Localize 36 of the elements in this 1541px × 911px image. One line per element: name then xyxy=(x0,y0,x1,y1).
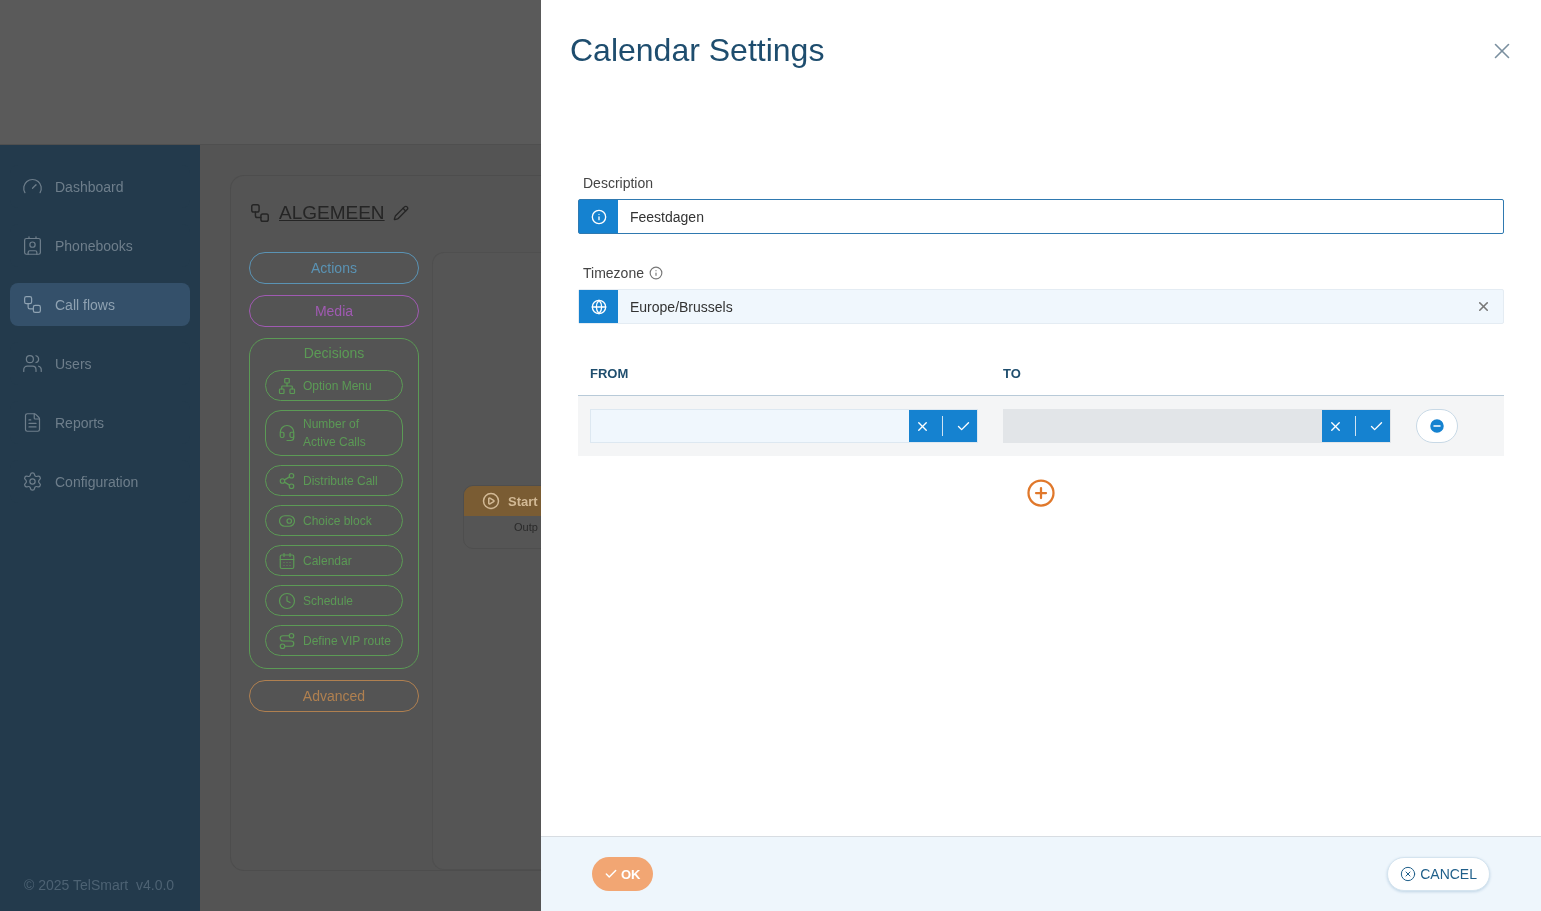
column-header: TO xyxy=(1003,366,1022,381)
check-icon xyxy=(604,867,618,881)
block-icon xyxy=(278,551,296,570)
minus-icon xyxy=(1428,417,1446,435)
nav-icon xyxy=(22,353,43,374)
block-icon xyxy=(278,424,296,442)
ok-button[interactable]: OK xyxy=(592,857,653,891)
dialog-title: Calendar Settings xyxy=(570,32,825,69)
column-header: FROM xyxy=(590,366,630,381)
nav-icon xyxy=(22,412,43,433)
date-field[interactable] xyxy=(590,409,978,443)
palette-item[interactable]: Number of Active Calls xyxy=(265,410,403,456)
nav-icon xyxy=(22,294,43,315)
plus-icon xyxy=(1026,478,1056,508)
remove-button[interactable] xyxy=(1416,409,1458,443)
globe-icon xyxy=(590,298,607,315)
field-label: Description xyxy=(583,175,655,191)
close-icon xyxy=(1476,299,1491,314)
close-icon xyxy=(1400,866,1417,882)
block-icon xyxy=(278,471,296,490)
info-icon xyxy=(590,208,607,225)
add-button[interactable] xyxy=(1026,478,1056,508)
play-icon xyxy=(482,492,500,510)
block-icon xyxy=(278,591,296,610)
block-icon xyxy=(278,376,296,395)
cancel-button[interactable]: CANCEL xyxy=(1387,857,1490,891)
group-label: Decisions xyxy=(302,345,366,361)
flow-icon xyxy=(249,202,271,224)
field-label: Timezone xyxy=(583,265,644,281)
sidebar-item[interactable]: Call flows xyxy=(10,283,190,326)
edit-icon[interactable] xyxy=(392,205,409,221)
nav-icon xyxy=(22,471,43,492)
block-icon xyxy=(278,631,296,650)
info-icon[interactable] xyxy=(648,266,663,280)
nav-icon xyxy=(22,235,43,256)
node-title: Start xyxy=(508,493,538,509)
